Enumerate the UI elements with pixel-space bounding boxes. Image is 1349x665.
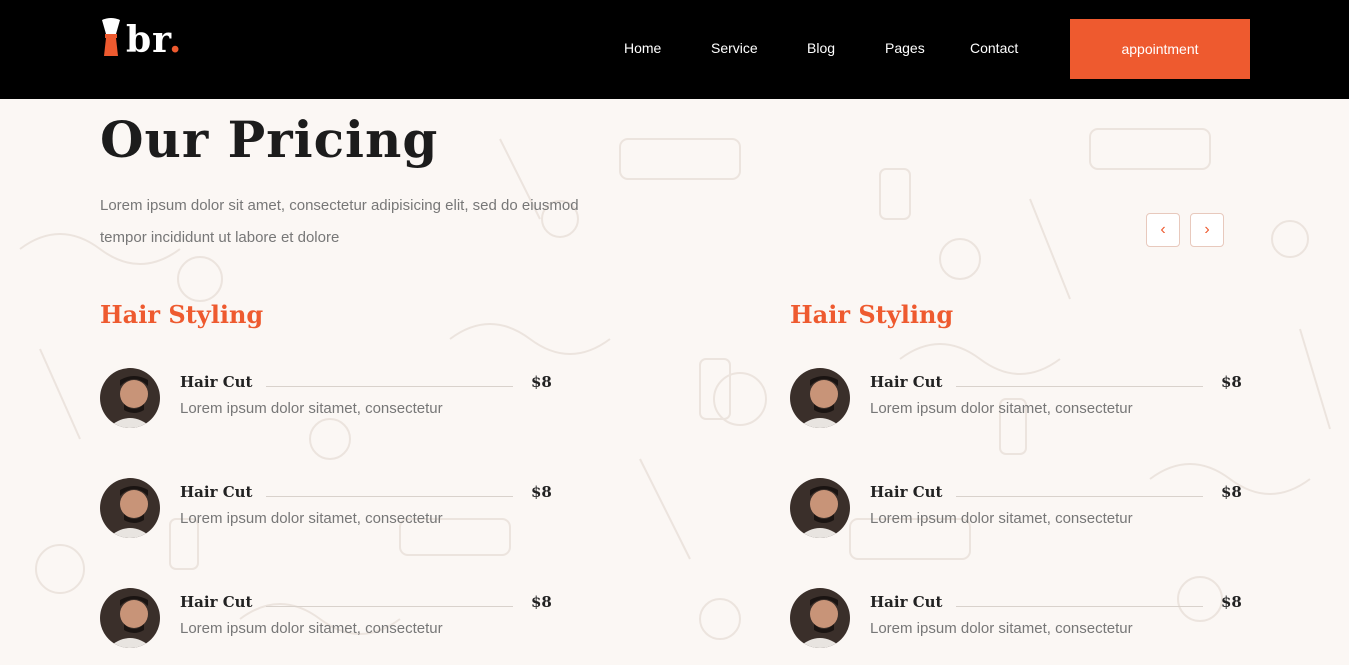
brand-logo[interactable]: br. bbox=[100, 18, 182, 58]
divider bbox=[956, 496, 1203, 497]
item-price: $8 bbox=[1221, 593, 1242, 611]
item-name: Hair Cut bbox=[180, 373, 253, 391]
nav-service[interactable]: Service bbox=[711, 40, 758, 56]
pricing-column-right: Hair Styling Hair Cut $8 Lorem ipsum dol… bbox=[790, 300, 1242, 648]
chevron-right-icon: › bbox=[1204, 221, 1210, 238]
price-item: Hair Cut $8 Lorem ipsum dolor sitamet, c… bbox=[100, 368, 552, 428]
nav-home[interactable]: Home bbox=[624, 40, 661, 56]
item-price: $8 bbox=[531, 483, 552, 501]
item-name: Hair Cut bbox=[180, 483, 253, 501]
nav-pages[interactable]: Pages bbox=[885, 40, 925, 56]
chevron-left-icon: ‹ bbox=[1160, 221, 1166, 238]
brand-name: br. bbox=[126, 19, 183, 61]
avatar bbox=[790, 588, 850, 648]
item-description: Lorem ipsum dolor sitamet, consectetur bbox=[180, 620, 443, 637]
appointment-button[interactable]: appointment bbox=[1070, 19, 1250, 79]
divider bbox=[266, 386, 513, 387]
item-price: $8 bbox=[531, 373, 552, 391]
section-intro: Lorem ipsum dolor sit amet, consectetur … bbox=[100, 197, 579, 246]
price-item: Hair Cut $8 Lorem ipsum dolor sitamet, c… bbox=[790, 368, 1242, 428]
item-name: Hair Cut bbox=[870, 593, 943, 611]
item-price: $8 bbox=[1221, 483, 1242, 501]
item-price: $8 bbox=[1221, 373, 1242, 391]
avatar bbox=[100, 588, 160, 648]
nav-contact[interactable]: Contact bbox=[970, 40, 1018, 56]
divider bbox=[956, 386, 1203, 387]
avatar bbox=[790, 478, 850, 538]
avatar bbox=[790, 368, 850, 428]
price-item: Hair Cut $8 Lorem ipsum dolor sitamet, c… bbox=[790, 588, 1242, 648]
item-description: Lorem ipsum dolor sitamet, consectetur bbox=[870, 620, 1133, 637]
shaving-brush-icon bbox=[102, 18, 120, 56]
column-title: Hair Styling bbox=[790, 300, 954, 329]
item-description: Lorem ipsum dolor sitamet, consectetur bbox=[180, 510, 443, 527]
price-item: Hair Cut $8 Lorem ipsum dolor sitamet, c… bbox=[790, 478, 1242, 538]
item-description: Lorem ipsum dolor sitamet, consectetur bbox=[180, 400, 443, 417]
divider bbox=[266, 496, 513, 497]
item-name: Hair Cut bbox=[180, 593, 253, 611]
prev-button[interactable]: ‹ bbox=[1146, 213, 1180, 247]
avatar bbox=[100, 368, 160, 428]
price-item: Hair Cut $8 Lorem ipsum dolor sitamet, c… bbox=[100, 588, 552, 648]
divider bbox=[266, 606, 513, 607]
column-title: Hair Styling bbox=[100, 300, 264, 329]
site-header: br. Home Service Blog Pages Contact appo… bbox=[0, 0, 1349, 99]
item-description: Lorem ipsum dolor sitamet, consectetur bbox=[870, 400, 1133, 417]
item-name: Hair Cut bbox=[870, 373, 943, 391]
item-name: Hair Cut bbox=[870, 483, 943, 501]
next-button[interactable]: › bbox=[1190, 213, 1224, 247]
avatar bbox=[100, 478, 160, 538]
item-description: Lorem ipsum dolor sitamet, consectetur bbox=[870, 510, 1133, 527]
divider bbox=[956, 606, 1203, 607]
nav-blog[interactable]: Blog bbox=[807, 40, 835, 56]
item-price: $8 bbox=[531, 593, 552, 611]
price-item: Hair Cut $8 Lorem ipsum dolor sitamet, c… bbox=[100, 478, 552, 538]
pricing-column-left: Hair Styling Hair Cut $8 Lorem ipsum dol… bbox=[100, 300, 552, 648]
section-title: Our Pricing bbox=[100, 110, 439, 169]
